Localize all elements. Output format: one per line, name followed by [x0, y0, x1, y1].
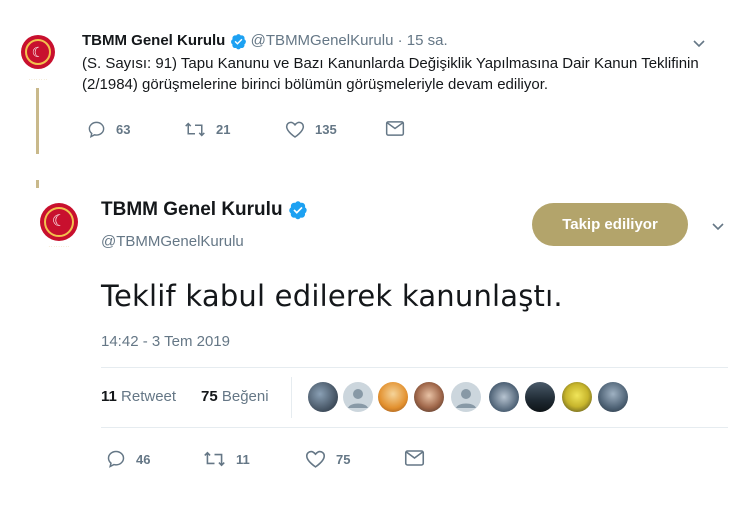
tbmm-seal-icon: ☾: [40, 203, 78, 241]
handle[interactable]: @TBMMGenelKurulu: [251, 32, 394, 49]
liker-avatar[interactable]: [343, 382, 373, 412]
tweet-text: Teklif kabul edilerek kanunlaştı.: [101, 279, 563, 313]
like-button[interactable]: 135: [285, 120, 337, 139]
like-count: 135: [315, 122, 337, 137]
tweet-text: (S. Sayısı: 91) Tapu Kanunu ve Bazı Kanu…: [82, 55, 699, 93]
like-icon: [285, 121, 305, 138]
thread-connector-end: [36, 180, 39, 188]
avatar[interactable]: ☾ · · · · · · · · ·: [33, 196, 85, 249]
following-button[interactable]: Takip ediliyor: [532, 203, 688, 246]
message-icon: [404, 450, 425, 466]
retweet-stat-count: 11: [101, 388, 117, 405]
divider: [101, 367, 728, 368]
message-icon: [385, 121, 405, 136]
like-button[interactable]: 75: [305, 449, 350, 469]
display-name[interactable]: TBMM Genel Kurulu: [101, 199, 283, 220]
liker-avatar[interactable]: [525, 382, 555, 412]
reply-button[interactable]: 63: [87, 120, 130, 139]
default-avatar-icon: [456, 389, 476, 408]
retweet-count: 11: [236, 451, 250, 467]
retweet-count: 21: [216, 122, 231, 137]
liker-avatar[interactable]: [308, 382, 338, 412]
like-stat[interactable]: 75 Beğeni: [201, 388, 269, 405]
like-count: 75: [336, 451, 351, 467]
liker-avatar[interactable]: [562, 382, 592, 412]
divider: [101, 427, 728, 428]
like-stat-label: Beğeni: [221, 388, 269, 405]
tweet1-header: TBMM Genel Kurulu @TBMMGenelKurulu · 15 …: [82, 32, 448, 50]
avatar[interactable]: ☾ · · · · · · · ·: [16, 30, 60, 82]
retweet-icon: [204, 451, 225, 467]
verified-badge-icon: [230, 33, 246, 49]
reply-icon: [88, 121, 105, 138]
verified-badge-icon: [289, 201, 307, 220]
direct-message-button[interactable]: [404, 449, 435, 467]
stats-separator: [291, 377, 292, 418]
liker-avatar[interactable]: [598, 382, 628, 412]
tweet2-header: TBMM Genel Kurulu: [101, 199, 308, 221]
reply-icon: [107, 450, 125, 468]
reply-button[interactable]: 46: [106, 449, 150, 469]
like-icon: [305, 450, 326, 468]
thread-connector: [36, 88, 39, 154]
reply-count: 46: [136, 451, 151, 467]
reply-count: 63: [116, 122, 131, 137]
retweet-stat[interactable]: 11 Retweet: [101, 388, 176, 405]
liker-avatar[interactable]: [451, 382, 481, 412]
liker-avatar[interactable]: [489, 382, 519, 412]
tweet-timestamp[interactable]: 14:42 - 3 Tem 2019: [101, 333, 230, 350]
retweet-stat-label: Retweet: [121, 388, 177, 405]
retweet-button[interactable]: 21: [184, 120, 230, 139]
liker-avatar[interactable]: [378, 382, 408, 412]
default-avatar-icon: [348, 389, 368, 408]
handle[interactable]: @TBMMGenelKurulu: [101, 233, 244, 250]
retweet-icon: [185, 122, 205, 137]
like-stat-count: 75: [201, 388, 218, 405]
tbmm-seal-icon: ☾: [21, 35, 55, 69]
tweet-time[interactable]: · 15 sa.: [398, 32, 448, 49]
chevron-down-icon[interactable]: [691, 35, 707, 51]
retweet-button[interactable]: 11: [203, 449, 250, 469]
direct-message-button[interactable]: [385, 120, 415, 137]
liker-avatar[interactable]: [414, 382, 444, 412]
chevron-down-icon[interactable]: [710, 218, 726, 234]
display-name[interactable]: TBMM Genel Kurulu: [82, 32, 225, 49]
